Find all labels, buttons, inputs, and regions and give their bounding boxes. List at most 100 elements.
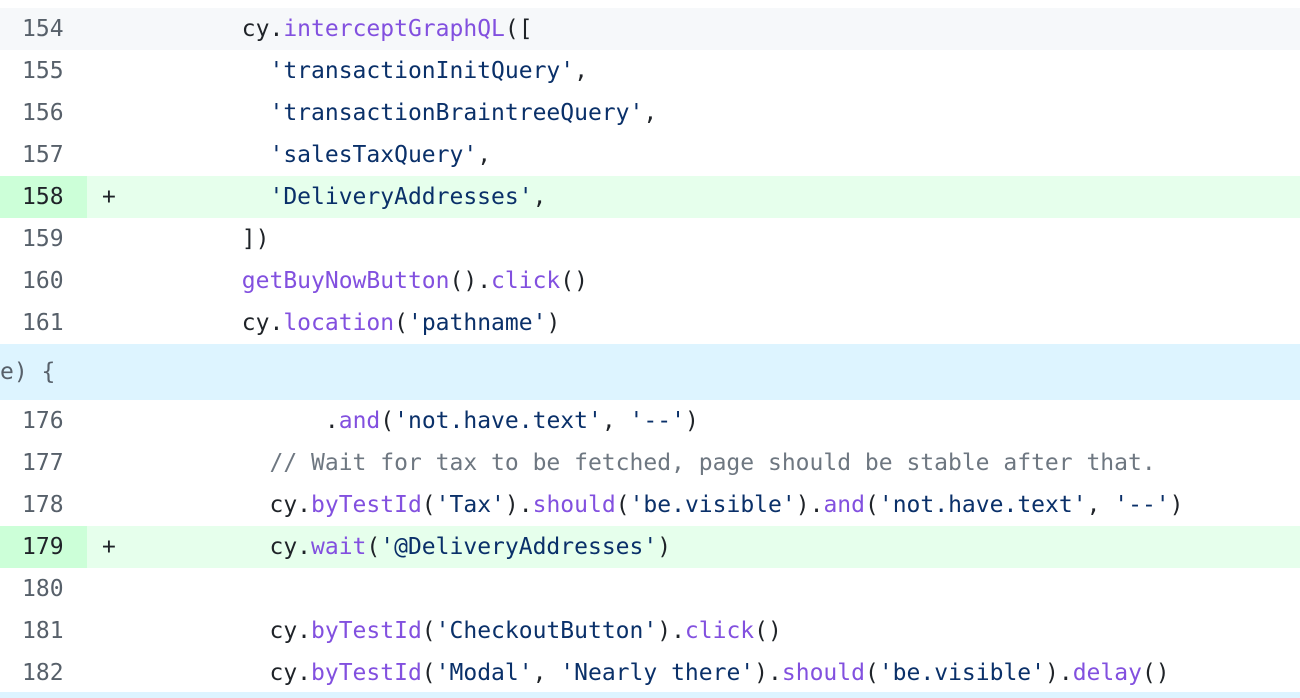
line-number[interactable]: 158 bbox=[0, 176, 87, 218]
code-token: and bbox=[823, 492, 865, 518]
code-token: 'pathname' bbox=[407, 310, 547, 336]
diff-line-added: 158 + 'DeliveryAddresses', bbox=[0, 176, 1300, 218]
code-token: ) bbox=[546, 310, 561, 336]
code-token: , bbox=[574, 58, 588, 84]
code-token: byTestId bbox=[311, 660, 422, 686]
code-token: interceptGraphQL bbox=[283, 16, 505, 42]
code-token: ). bbox=[1045, 660, 1073, 686]
line-number[interactable]: 176 bbox=[0, 400, 87, 442]
code-token: should bbox=[781, 660, 865, 686]
code-token: ). bbox=[754, 660, 782, 686]
code-token: byTestId bbox=[311, 492, 422, 518]
code-line: cy.byTestId('CheckoutButton').click() bbox=[131, 618, 781, 644]
diff-line: 154 cy.interceptGraphQL([ bbox=[0, 8, 1300, 50]
code-token: ( bbox=[421, 618, 436, 644]
code-token: 'DeliveryAddresses' bbox=[131, 184, 533, 210]
code-token: 'not.have.text' bbox=[878, 492, 1087, 518]
line-number[interactable]: 154 bbox=[0, 8, 87, 50]
line-number[interactable]: 155 bbox=[0, 50, 87, 92]
diff-line: 157 'salesTaxQuery', bbox=[0, 134, 1300, 176]
code-token: delay bbox=[1072, 660, 1142, 686]
diff-line-added: 179 + cy.wait('@DeliveryAddresses') bbox=[0, 526, 1300, 568]
code-token: 'be.visible' bbox=[878, 660, 1045, 686]
code-token: ( bbox=[380, 408, 395, 434]
code-token: ( bbox=[394, 310, 408, 336]
code-token: , bbox=[477, 142, 492, 168]
code-token: ). bbox=[504, 492, 533, 518]
code-token: (). bbox=[449, 268, 492, 294]
line-number[interactable]: 159 bbox=[0, 218, 87, 260]
code-token: , bbox=[643, 100, 658, 126]
line-number[interactable]: 161 bbox=[0, 302, 87, 344]
diff-line: 155 'transactionInitQuery', bbox=[0, 50, 1300, 92]
diff-line: 177 // Wait for tax to be fetched, page … bbox=[0, 442, 1300, 484]
code-token: , bbox=[532, 184, 547, 210]
code-token: ( bbox=[864, 660, 879, 686]
code-line: cy.byTestId('Tax').should('be.visible').… bbox=[131, 492, 1184, 518]
code-token: ]) bbox=[131, 226, 270, 252]
code-token: byTestId bbox=[311, 618, 422, 644]
code-token: 'CheckoutButton' bbox=[435, 618, 658, 644]
code-token: click bbox=[684, 618, 755, 644]
code-line: cy.location('pathname') bbox=[131, 310, 561, 336]
code-line: 'DeliveryAddresses', bbox=[131, 184, 546, 210]
code-token: cy. bbox=[131, 16, 284, 42]
diff-line: 161 cy.location('pathname') bbox=[0, 302, 1300, 344]
code-token: () bbox=[1141, 660, 1170, 686]
code-token: ([ bbox=[504, 16, 533, 42]
code-token: ( bbox=[864, 492, 879, 518]
code-token: ) bbox=[1169, 492, 1184, 518]
code-token: '--' bbox=[1114, 492, 1170, 518]
hunk-expander[interactable]: e) { bbox=[0, 344, 1300, 400]
code-token: 'Nearly there' bbox=[560, 660, 755, 686]
line-number[interactable]: 156 bbox=[0, 92, 87, 134]
code-token: getBuyNowButton bbox=[241, 268, 450, 294]
code-token: should bbox=[532, 492, 616, 518]
code-token: 'transactionBraintreeQuery' bbox=[131, 100, 644, 126]
line-number[interactable]: 182 bbox=[0, 652, 87, 694]
hunk-separator bbox=[0, 692, 1300, 698]
code-token: ( bbox=[421, 492, 436, 518]
code-token: , bbox=[601, 408, 630, 434]
line-number[interactable]: 181 bbox=[0, 610, 87, 652]
code-token: // Wait for tax to be fetched, page shou… bbox=[131, 450, 1156, 476]
code-token: cy. bbox=[131, 618, 312, 644]
code-line: cy.byTestId('Modal', 'Nearly there').sho… bbox=[131, 660, 1170, 686]
code-line: cy.interceptGraphQL([ bbox=[131, 16, 533, 42]
code-token: cy. bbox=[131, 534, 312, 560]
code-token: , bbox=[532, 660, 561, 686]
line-number[interactable]: 180 bbox=[0, 568, 87, 610]
code-token: ). bbox=[657, 618, 685, 644]
code-token: cy. bbox=[131, 492, 312, 518]
line-number[interactable]: 178 bbox=[0, 484, 87, 526]
diff-line: 180 bbox=[0, 568, 1300, 610]
code-line: ]) bbox=[131, 226, 270, 252]
code-token: , bbox=[1086, 492, 1115, 518]
diff-marker: + bbox=[102, 534, 116, 560]
code-token: ) bbox=[657, 534, 672, 560]
code-token: 'be.visible' bbox=[629, 492, 796, 518]
code-token: click bbox=[491, 268, 561, 294]
diff-line: 159 ]) bbox=[0, 218, 1300, 260]
code-line: 'transactionInitQuery', bbox=[131, 58, 588, 84]
line-number[interactable]: 160 bbox=[0, 260, 87, 302]
code-token: '--' bbox=[629, 408, 685, 434]
code-token: wait bbox=[311, 534, 367, 560]
diff-line: 182 cy.byTestId('Modal', 'Nearly there')… bbox=[0, 652, 1300, 694]
diff-line: 160 getBuyNowButton().click() bbox=[0, 260, 1300, 302]
code-token: location bbox=[283, 310, 395, 336]
diff-view: 154 cy.interceptGraphQL([155 'transactio… bbox=[0, 0, 1300, 698]
code-token: and bbox=[338, 408, 381, 434]
line-number[interactable]: 177 bbox=[0, 442, 87, 484]
code-line: // Wait for tax to be fetched, page shou… bbox=[131, 450, 1156, 476]
line-number[interactable]: 157 bbox=[0, 134, 87, 176]
code-token: 'salesTaxQuery' bbox=[131, 142, 478, 168]
code-line: getBuyNowButton().click() bbox=[131, 268, 588, 294]
line-number[interactable]: 179 bbox=[0, 526, 87, 568]
code-token: ) bbox=[684, 408, 699, 434]
code-line: 'salesTaxQuery', bbox=[131, 142, 491, 168]
code-token: ). bbox=[795, 492, 824, 518]
diff-marker: + bbox=[102, 184, 116, 210]
code-line: cy.wait('@DeliveryAddresses') bbox=[131, 534, 671, 560]
